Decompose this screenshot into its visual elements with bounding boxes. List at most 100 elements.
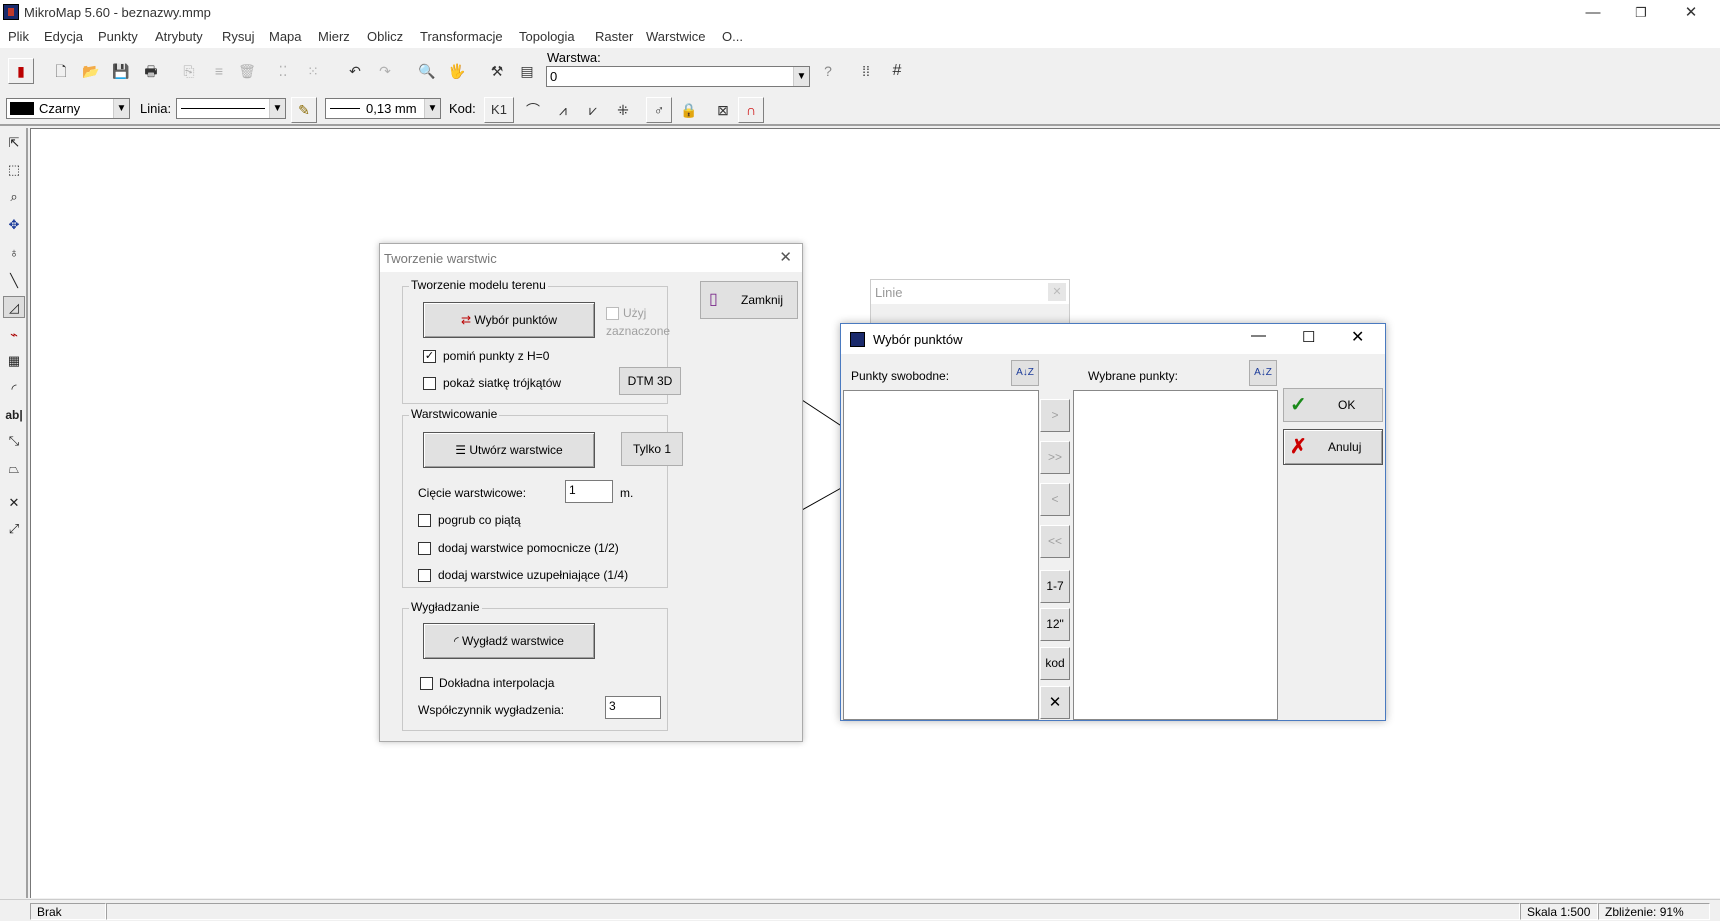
- aux-quarter-checkbox[interactable]: [418, 569, 431, 582]
- ruler-icon[interactable]: ▦: [3, 350, 25, 372]
- snap-icon[interactable]: ♂: [646, 97, 672, 123]
- arc-icon[interactable]: ◜: [3, 378, 25, 400]
- minimize-button[interactable]: —: [1570, 0, 1616, 26]
- scatter-icon[interactable]: ⁜: [610, 97, 636, 123]
- aux-half-checkbox[interactable]: [418, 542, 431, 555]
- menu-punkty[interactable]: Punkty: [98, 29, 138, 44]
- add-button[interactable]: >: [1040, 399, 1070, 432]
- pan-icon[interactable]: ✥: [3, 214, 25, 236]
- menu-o[interactable]: O...: [722, 29, 743, 44]
- close-dialog-button[interactable]: ▯ Zamknij: [700, 281, 798, 319]
- interval-input[interactable]: 1: [565, 480, 613, 503]
- text-tool-icon[interactable]: ab|: [3, 404, 25, 426]
- tools-icon[interactable]: ⚒: [484, 58, 510, 84]
- close-icon[interactable]: ✕: [1351, 327, 1364, 347]
- grid-dots-icon[interactable]: ⁞⁞: [853, 58, 879, 84]
- skip-h0-checkbox[interactable]: ✓: [423, 350, 436, 363]
- bold-fifth-checkbox[interactable]: [418, 514, 431, 527]
- menu-raster[interactable]: Raster: [595, 29, 633, 44]
- menu-mierz[interactable]: Mierz: [318, 29, 350, 44]
- save-icon[interactable]: 💾: [108, 58, 134, 84]
- dimension-icon[interactable]: ⤡: [3, 430, 25, 452]
- grid-points-icon[interactable]: ⁙: [300, 58, 326, 84]
- menu-atrybuty[interactable]: Atrybuty: [155, 29, 203, 44]
- intersect-icon[interactable]: ✕: [3, 492, 25, 514]
- cross-box-icon[interactable]: ⊠: [710, 97, 736, 123]
- code-filter-button[interactable]: kod: [1040, 647, 1070, 680]
- line-style-select[interactable]: ▼: [176, 98, 286, 119]
- print-icon[interactable]: 🖶: [138, 58, 164, 84]
- menu-warstwice[interactable]: Warstwice: [646, 29, 705, 44]
- sort-selected-icon[interactable]: A↓Z: [1249, 360, 1277, 386]
- close-button[interactable]: ✕: [1668, 0, 1714, 26]
- remove-button[interactable]: <: [1040, 483, 1070, 516]
- color-select[interactable]: Czarny ▼: [6, 98, 130, 119]
- create-contours-button[interactable]: ☰ Utwórz warstwice: [423, 432, 595, 468]
- menu-rysuj[interactable]: Rysuj: [222, 29, 255, 44]
- remove-all-button[interactable]: <<: [1040, 525, 1070, 558]
- maximize-icon[interactable]: ☐: [1302, 328, 1315, 346]
- line-style-picker-icon[interactable]: ✎: [291, 97, 317, 123]
- segment-icon[interactable]: ⤢: [3, 518, 25, 540]
- code-button[interactable]: K1: [484, 97, 514, 123]
- point-icon[interactable]: ♁: [3, 242, 25, 264]
- select-points-icon[interactable]: ⁚⁚: [270, 58, 296, 84]
- pointer-icon[interactable]: ⇱: [3, 132, 25, 154]
- layers-icon[interactable]: ▤: [514, 58, 540, 84]
- find-point-icon[interactable]: 🖐: [444, 58, 470, 84]
- menu-mapa[interactable]: Mapa: [269, 29, 302, 44]
- polygon-icon[interactable]: ⏢: [3, 458, 25, 480]
- copy-icon[interactable]: ⎘: [176, 58, 202, 84]
- exact-interp-checkbox[interactable]: [420, 677, 433, 690]
- selected-points-list[interactable]: [1073, 390, 1278, 720]
- dtm3d-button[interactable]: DTM 3D: [619, 367, 681, 395]
- paste-icon[interactable]: ≡: [206, 58, 232, 84]
- menu-oblicz[interactable]: Oblicz: [367, 29, 403, 44]
- line-tool-icon[interactable]: ╲: [3, 270, 25, 292]
- minimize-icon[interactable]: —: [1251, 327, 1266, 344]
- lock-icon[interactable]: 🔒: [676, 97, 702, 123]
- free-points-list[interactable]: [843, 390, 1039, 720]
- menu-topologia[interactable]: Topologia: [519, 29, 575, 44]
- zoom-icon[interactable]: ⌕: [3, 186, 25, 208]
- delete-icon[interactable]: 🗑: [234, 58, 260, 84]
- help-icon[interactable]: ?: [815, 58, 841, 84]
- curve-icon[interactable]: ∩: [738, 97, 764, 123]
- sort-free-icon[interactable]: A↓Z: [1011, 360, 1039, 386]
- menu-transformacje[interactable]: Transformacje: [420, 29, 503, 44]
- new-file-icon[interactable]: 🗋: [48, 58, 74, 84]
- clear-button[interactable]: ✕: [1040, 686, 1070, 719]
- number-button[interactable]: 12": [1040, 608, 1070, 641]
- search-icon[interactable]: 🔍: [414, 58, 440, 84]
- smooth-button[interactable]: ◜ Wygładź warstwice: [423, 623, 595, 659]
- select-points-button[interactable]: ⇄ Wybór punktów: [423, 302, 595, 338]
- only-one-button[interactable]: Tylko 1: [621, 432, 683, 466]
- smooth-factor-input[interactable]: 3: [605, 696, 661, 719]
- rect-select-icon[interactable]: ⬚: [3, 159, 25, 181]
- menu-edycja[interactable]: Edycja: [44, 29, 83, 44]
- arc-icon: ◜: [454, 634, 459, 648]
- polyline-cut-icon[interactable]: ⩗: [580, 97, 606, 123]
- contour-tool-icon[interactable]: ◿: [3, 296, 25, 318]
- open-folder-icon[interactable]: 📂: [78, 58, 104, 84]
- undo-icon[interactable]: ↶: [342, 58, 368, 84]
- redo-icon[interactable]: ↷: [372, 58, 398, 84]
- show-triangles-checkbox[interactable]: [423, 377, 436, 390]
- polyline-edit-icon[interactable]: ⩘: [550, 97, 576, 123]
- polyline-icon[interactable]: ⌒: [520, 97, 546, 123]
- grid-lines-icon[interactable]: #: [884, 58, 910, 84]
- range-button[interactable]: 1-7: [1040, 570, 1070, 603]
- menu-plik[interactable]: Plik: [8, 29, 29, 44]
- exit-icon[interactable]: ▮: [8, 58, 34, 84]
- thickness-select[interactable]: 0,13 mm ▼: [325, 98, 441, 119]
- close-icon[interactable]: ✕: [779, 248, 792, 266]
- app-icon[interactable]: [3, 4, 19, 20]
- ok-button[interactable]: ✓ OK: [1283, 388, 1383, 422]
- layer-select[interactable]: 0 ▼: [546, 66, 810, 87]
- close-icon[interactable]: ✕: [1048, 283, 1066, 301]
- polyline-tool-icon[interactable]: ⌁: [3, 324, 25, 346]
- add-all-button[interactable]: >>: [1040, 441, 1070, 474]
- use-selected-checkbox[interactable]: [606, 307, 619, 320]
- cancel-button[interactable]: ✗ Anuluj: [1283, 429, 1383, 465]
- restore-button[interactable]: ❐: [1618, 0, 1664, 26]
